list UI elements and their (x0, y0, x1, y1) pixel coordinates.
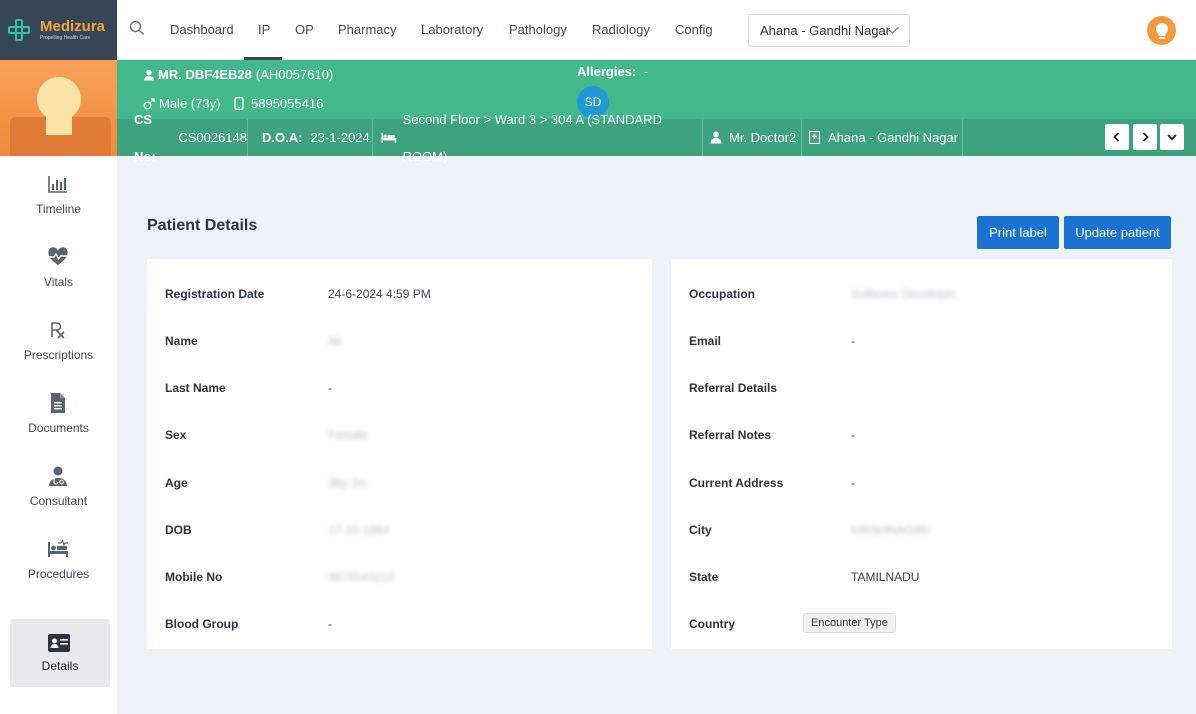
tooltip: Encounter Type (803, 613, 896, 633)
search-icon[interactable] (129, 20, 145, 36)
update-patient-button[interactable]: Update patient (1064, 216, 1171, 249)
sidebar-item-vitals[interactable]: Vitals (0, 230, 117, 303)
app-logo[interactable]: Medizura Propelling Health Care (0, 0, 117, 60)
hospital-icon (809, 131, 820, 144)
bed-icon (381, 132, 397, 143)
branch-info: Ahana - Gandhi Nagar (802, 119, 963, 156)
next-button[interactable] (1133, 124, 1157, 150)
patient-phone-text: 5895055416 (251, 96, 324, 111)
id-card-icon (48, 634, 70, 652)
print-label-button[interactable]: Print label (977, 216, 1059, 249)
location-select-value: Ahana - Gandhi Nagar (760, 23, 891, 38)
rx-icon (51, 322, 65, 339)
patient-name: MR. DBF4EB28 (158, 67, 252, 82)
cs-number: CS No: CS0026148 (117, 112, 248, 164)
medical-cross-icon (8, 19, 30, 41)
bed-icon (48, 539, 68, 557)
chevron-left-icon (1113, 132, 1120, 142)
heart-pulse-icon (48, 247, 68, 265)
date-of-admission: D.O.A: 23-1-2024 (248, 119, 373, 156)
mobile-icon (234, 97, 244, 110)
patient-details-card-left: Registration Date 24-6-2024 4:59 PM Name A… (147, 259, 652, 649)
allergies-value: - (643, 64, 649, 79)
location-select[interactable]: Ahana - Gandhi Nagar (748, 14, 910, 47)
room-info: Second Floor > Ward 3 > 304 A (STANDARD … (373, 112, 703, 164)
nav-op[interactable]: OP (295, 0, 314, 60)
patient-name-row: MR. DBF4EB28 (AH0057610) (143, 67, 333, 82)
page-title: Patient Details (147, 217, 258, 234)
patient-id: (AH0057610) (255, 67, 334, 82)
allergies-label: Allergies: (577, 64, 637, 79)
sidebar-item-details[interactable]: Details (10, 619, 110, 687)
sidebar-item-prescriptions[interactable]: Prescriptions (0, 303, 117, 376)
doctor-icon (49, 466, 67, 486)
sidebar-item-procedures[interactable]: Procedures (0, 522, 117, 595)
chevron-right-icon (1142, 132, 1149, 142)
sidebar-item-timeline[interactable]: Timeline (0, 157, 117, 230)
sidebar-item-documents[interactable]: Documents (0, 376, 117, 449)
prev-button[interactable] (1105, 124, 1129, 150)
chevron-down-icon (1167, 134, 1177, 141)
doctor-icon (710, 131, 722, 144)
nav-ip[interactable]: IP (258, 0, 270, 60)
doctor-info: Mr. Doctor2 (703, 119, 802, 156)
lightbulb-icon[interactable] (1147, 16, 1176, 45)
bar-chart-icon (48, 176, 67, 193)
nav-laboratory[interactable]: Laboratory (421, 0, 483, 60)
patient-details-card-right: Occupation Software Developer Email - Refe… (671, 259, 1172, 649)
patient-avatar (0, 60, 117, 156)
sidebar-item-consultant[interactable]: Consultant (0, 449, 117, 522)
expand-button[interactable] (1160, 124, 1184, 150)
nav-dashboard[interactable]: Dashboard (170, 0, 234, 60)
patient-phone: 5895055416 (234, 96, 323, 111)
nav-pharmacy[interactable]: Pharmacy (338, 0, 397, 60)
logo-name: Medizura (40, 18, 106, 35)
sidebar: Timeline Vitals Prescriptions Documents … (0, 156, 117, 714)
allergies: Allergies: - (577, 64, 648, 79)
document-icon (51, 393, 65, 413)
user-icon (144, 69, 154, 80)
admission-info-bar: CS No: CS0026148 D.O.A: 23-1-2024 Second F… (117, 112, 1196, 164)
nav-pathology[interactable]: Pathology (509, 0, 567, 60)
top-navbar: Medizura Propelling Health Care Dashboar… (0, 0, 1196, 60)
nav-config[interactable]: Config (675, 0, 713, 60)
logo-tagline: Propelling Health Care (40, 35, 91, 41)
nav-radiology[interactable]: Radiology (592, 0, 650, 60)
